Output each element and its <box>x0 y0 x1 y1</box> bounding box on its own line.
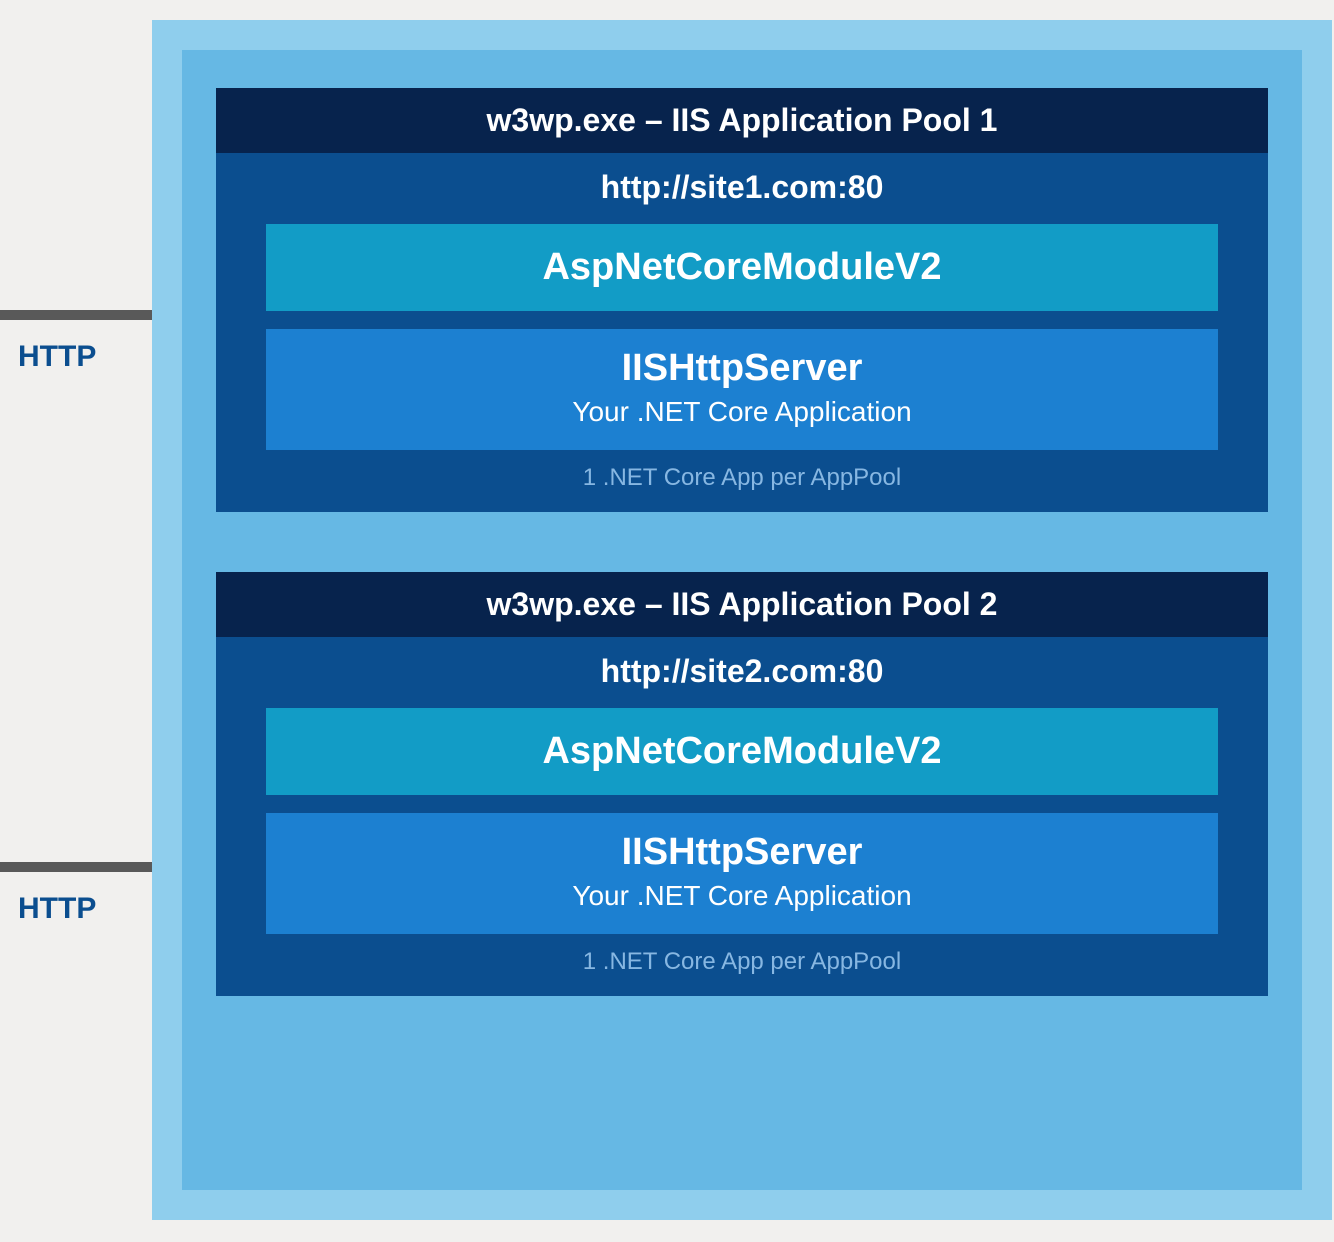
server-title-2: IISHttpServer <box>276 831 1208 874</box>
server-title-1: IISHttpServer <box>276 347 1208 390</box>
app-pool-2-header: w3wp.exe – IIS Application Pool 2 <box>216 572 1268 637</box>
aspnetcore-module-1: AspNetCoreModuleV2 <box>266 224 1218 311</box>
server-subtitle-2: Your .NET Core Application <box>276 880 1208 912</box>
footnote-1: 1 .NET Core App per AppPool <box>266 464 1218 492</box>
iis-outer-container: w3wp.exe – IIS Application Pool 1 http:/… <box>152 20 1332 1220</box>
app-pool-1-body: http://site1.com:80 AspNetCoreModuleV2 I… <box>216 153 1268 512</box>
server-subtitle-1: Your .NET Core Application <box>276 396 1208 428</box>
site-url-2: http://site2.com:80 <box>266 653 1218 690</box>
iis-http-server-2: IISHttpServer Your .NET Core Application <box>266 813 1218 934</box>
app-pool-1: w3wp.exe – IIS Application Pool 1 http:/… <box>216 88 1268 512</box>
footnote-2: 1 .NET Core App per AppPool <box>266 948 1218 976</box>
site-url-1: http://site1.com:80 <box>266 169 1218 206</box>
aspnetcore-module-2: AspNetCoreModuleV2 <box>266 708 1218 795</box>
iis-inner-container: w3wp.exe – IIS Application Pool 1 http:/… <box>182 50 1302 1190</box>
app-pool-2-body: http://site2.com:80 AspNetCoreModuleV2 I… <box>216 637 1268 996</box>
app-pool-2: w3wp.exe – IIS Application Pool 2 http:/… <box>216 572 1268 996</box>
app-pool-1-header: w3wp.exe – IIS Application Pool 1 <box>216 88 1268 153</box>
iis-http-server-1: IISHttpServer Your .NET Core Application <box>266 329 1218 450</box>
